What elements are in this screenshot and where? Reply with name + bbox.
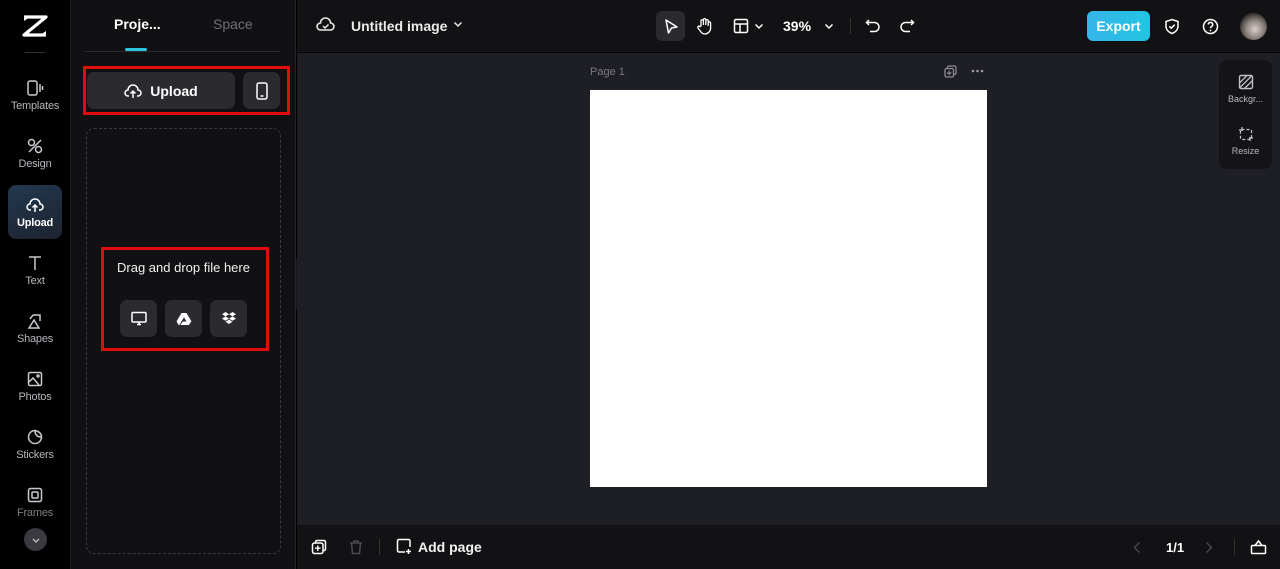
upload-button-label: Upload: [150, 82, 198, 99]
bottom-divider: [379, 539, 380, 555]
add-page-label: Add page: [418, 538, 482, 555]
rail-item-templates[interactable]: Templates: [8, 68, 62, 122]
shield-check-icon: [1165, 18, 1179, 34]
phone-icon: [255, 81, 268, 100]
hand-tool-button[interactable]: [690, 11, 718, 41]
page-label: Page 1: [590, 66, 625, 78]
cloud-saved-icon[interactable]: [316, 16, 335, 33]
capcut-logo-icon[interactable]: [21, 14, 49, 38]
zoom-dropdown-button[interactable]: [819, 11, 839, 41]
resize-tool-button[interactable]: Resize: [1219, 118, 1272, 164]
hand-icon: [696, 18, 711, 35]
rail-item-label: Frames: [16, 506, 54, 519]
tab-project[interactable]: Proje...: [114, 16, 161, 32]
upload-from-google-drive-button[interactable]: [165, 300, 202, 337]
upload-from-computer-button[interactable]: [120, 300, 157, 337]
upload-button[interactable]: Upload: [87, 72, 235, 109]
rail-more-button[interactable]: [24, 528, 47, 551]
panel-tabs: Proje... Space: [85, 0, 280, 52]
undo-icon: [865, 19, 880, 33]
canvas-workspace: Page 1 Backgr... Resize: [297, 53, 1280, 524]
toolbar-divider: [850, 18, 851, 34]
rail-item-frames[interactable]: Frames: [8, 475, 62, 529]
active-tab-indicator: [125, 48, 147, 51]
rail-item-label: Stickers: [16, 448, 54, 461]
frames-icon: [27, 487, 43, 502]
layout-icon: [733, 18, 749, 34]
page-canvas[interactable]: [590, 90, 987, 487]
dropbox-icon: [221, 312, 236, 324]
rail-item-label: Design: [18, 157, 52, 170]
duplicate-page-icon[interactable]: [311, 539, 327, 555]
redo-icon: [900, 19, 915, 33]
rail-item-label: Shapes: [16, 332, 54, 345]
security-button[interactable]: [1161, 11, 1183, 41]
stickers-icon: [27, 429, 43, 444]
next-page-icon[interactable]: [1205, 541, 1213, 554]
rail-item-label: Templates: [10, 99, 60, 112]
undo-button[interactable]: [862, 11, 884, 41]
previous-page-icon[interactable]: [1133, 541, 1141, 554]
document-title[interactable]: Untitled image: [351, 18, 447, 34]
redo-button[interactable]: [896, 11, 918, 41]
add-page-button[interactable]: Add page: [396, 538, 482, 555]
left-rail: Templates Design Upload Text Shapes Phot…: [0, 0, 71, 569]
user-avatar[interactable]: [1240, 13, 1267, 40]
resize-tool-label: Resize: [1231, 146, 1260, 156]
rail-item-upload[interactable]: Upload: [8, 185, 62, 239]
rail-item-design[interactable]: Design: [8, 126, 62, 180]
right-tools-panel: Backgr... Resize: [1219, 60, 1272, 169]
google-drive-icon: [176, 312, 191, 325]
page-manager-icon[interactable]: [1250, 539, 1267, 555]
upload-from-dropbox-button[interactable]: [210, 300, 247, 337]
rail-item-label: Text: [25, 274, 45, 287]
help-icon: [1202, 18, 1218, 34]
pointer-icon: [664, 18, 678, 34]
bottom-bar: Add page 1/1: [297, 524, 1280, 569]
upload-from-phone-button[interactable]: [243, 72, 280, 109]
resize-icon: [1238, 127, 1253, 141]
upload-cloud-icon: [124, 83, 142, 98]
text-icon: [29, 255, 41, 270]
page-counter: 1/1: [1166, 540, 1185, 555]
upload-cloud-icon: [26, 197, 44, 212]
chevron-down-icon: [754, 23, 764, 30]
computer-icon: [130, 311, 147, 326]
bottom-divider: [1234, 539, 1235, 555]
add-page-icon: [396, 538, 411, 554]
rail-item-stickers[interactable]: Stickers: [8, 417, 62, 471]
shapes-icon: [27, 313, 41, 329]
design-icon: [27, 138, 43, 153]
chevron-down-icon[interactable]: [452, 18, 464, 30]
upload-panel: Proje... Space Upload Drag and drop file…: [71, 0, 296, 569]
export-button[interactable]: Export: [1087, 11, 1150, 41]
templates-icon: [27, 79, 44, 96]
rail-item-text[interactable]: Text: [8, 243, 62, 297]
background-tool-button[interactable]: Backgr...: [1219, 66, 1272, 112]
dropzone-text: Drag and drop file here: [117, 260, 250, 275]
layout-dropdown-button[interactable]: [729, 11, 769, 41]
app-root: Templates Design Upload Text Shapes Phot…: [0, 0, 1280, 569]
delete-page-icon[interactable]: [349, 539, 363, 555]
zoom-level[interactable]: 39%: [783, 18, 811, 34]
photos-icon: [27, 371, 43, 386]
tab-space[interactable]: Space: [213, 16, 253, 32]
background-icon: [1238, 74, 1253, 90]
select-tool-button[interactable]: [656, 11, 685, 41]
rail-divider: [25, 52, 45, 53]
rail-item-shapes[interactable]: Shapes: [8, 301, 62, 355]
chevron-down-icon: [824, 23, 834, 30]
background-tool-label: Backgr...: [1227, 94, 1263, 104]
top-bar: Untitled image 39% Export: [297, 0, 1280, 52]
help-button[interactable]: [1199, 11, 1221, 41]
rail-item-label: Photos: [18, 390, 52, 403]
chevron-down-icon: [32, 538, 39, 543]
rail-item-photos[interactable]: Photos: [8, 359, 62, 413]
more-options-icon[interactable]: [971, 69, 984, 73]
rail-item-label: Upload: [16, 216, 54, 229]
duplicate-page-icon[interactable]: [944, 65, 957, 78]
